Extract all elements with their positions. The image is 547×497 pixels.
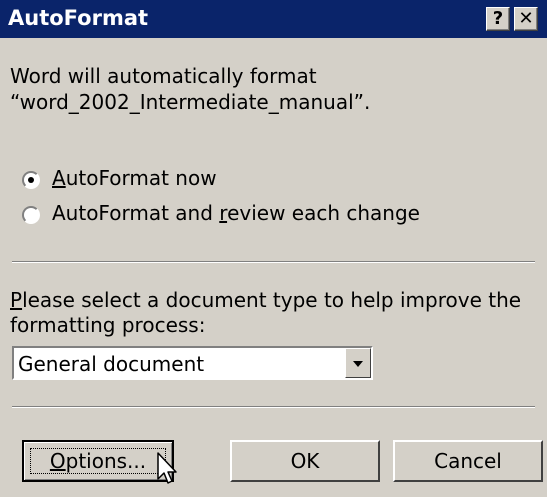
intro-line-1: Word will automatically format <box>10 64 317 88</box>
dropdown-button[interactable] <box>345 348 371 378</box>
separator <box>12 261 535 263</box>
help-button[interactable]: ? <box>486 7 510 31</box>
mouse-pointer-icon <box>157 452 177 484</box>
radio-autoformat-review-label: AutoFormat and review each change <box>52 201 420 225</box>
separator <box>12 406 535 408</box>
close-button[interactable]: ✕ <box>514 7 538 31</box>
intro-line-2: “word_2002_Intermediate_manual”. <box>10 90 371 114</box>
focus-rectangle <box>30 448 166 474</box>
radio-autoformat-now-label: AutoFormat now <box>52 166 217 190</box>
chevron-down-icon <box>353 361 363 367</box>
doctype-select[interactable]: General document <box>12 346 373 380</box>
ok-button[interactable]: OK <box>230 440 380 482</box>
cancel-button[interactable]: Cancel <box>393 440 543 482</box>
close-icon: ✕ <box>518 8 534 29</box>
doctype-select-value: General document <box>18 352 205 376</box>
radio-button-icon[interactable] <box>22 171 40 189</box>
options-button[interactable]: Options... <box>22 440 174 482</box>
radio-selected-dot <box>28 177 34 183</box>
help-icon: ? <box>492 8 504 29</box>
title-bar[interactable]: AutoFormat ? ✕ <box>0 0 547 38</box>
doctype-label-line-2: formatting process: <box>10 313 206 337</box>
radio-button-icon[interactable] <box>22 206 40 224</box>
window-title: AutoFormat <box>8 6 149 30</box>
doctype-label-line-1: Please select a document type to help im… <box>10 288 522 312</box>
